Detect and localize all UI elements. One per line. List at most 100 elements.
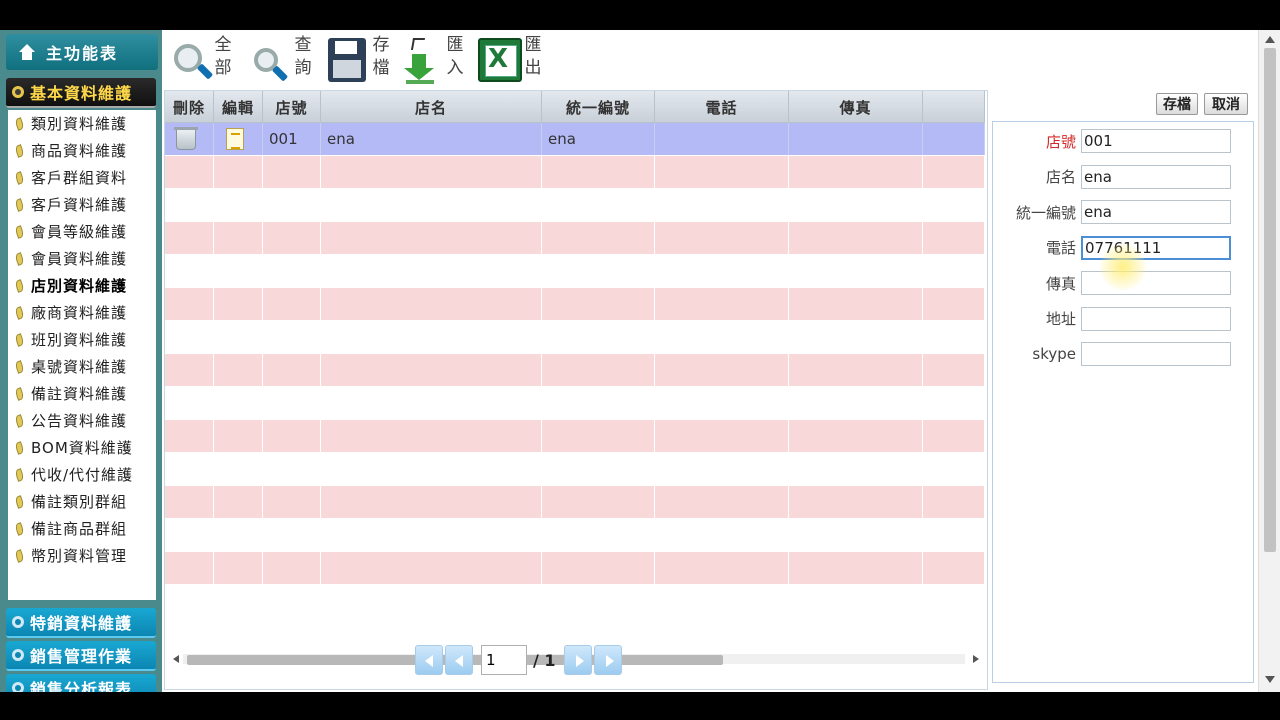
sidebar-item[interactable]: 客戶群組資料 [8,164,156,191]
sidebar-item[interactable]: 類別資料維護 [8,110,156,137]
table-cell [321,486,542,518]
edit-form: 存檔 取消 店號店名統一編號電話傳真地址 skype [988,90,1256,690]
group-icon [12,649,24,661]
field-input[interactable] [1081,306,1231,331]
table-cell: ena [321,123,542,155]
table-row-empty [165,453,985,485]
sidebar-item[interactable]: 桌號資料維護 [8,353,156,380]
download-arrow-icon [404,38,444,84]
table-cell [263,189,321,221]
form-cancel-button[interactable]: 取消 [1204,93,1248,115]
table-cell [321,189,542,221]
sidebar-item-label: BOM資料維護 [31,439,133,457]
group-sales-mgmt[interactable]: 銷售管理作業 [6,641,156,671]
import-button[interactable]: 匯入 [404,34,466,88]
sidebar-item-label: 備註資料維護 [31,385,128,403]
main-menu-button[interactable]: 主功能表 [6,34,158,70]
field-label: 電話 [1045,239,1076,257]
sidebar-item-label: 客戶群組資料 [31,169,128,187]
table-cell [165,453,214,485]
table-cell [789,321,923,353]
table-cell [165,387,214,419]
table-cell [789,123,923,155]
trash-icon[interactable] [174,127,198,150]
delete-cell[interactable] [165,123,214,155]
vertical-scrollbar[interactable] [1258,30,1280,692]
scroll-down-icon[interactable] [1265,676,1275,683]
sidebar-item[interactable]: 幣別資料管理 [8,542,156,569]
column-header[interactable]: 店名 [321,91,542,123]
sidebar-item[interactable]: 備註商品群組 [8,515,156,542]
scroll-up-icon[interactable] [1265,36,1275,43]
group-basic-data[interactable]: 基本資料維護 [6,78,156,108]
field-input[interactable] [1081,342,1231,366]
table-cell [655,453,789,485]
table-cell [263,486,321,518]
sidebar-item[interactable]: 會員資料維護 [8,245,156,272]
table-cell [655,321,789,353]
group-icon [12,682,24,692]
home-icon [18,44,36,60]
page-number-input[interactable] [481,645,527,675]
sidebar-item[interactable]: 客戶資料維護 [8,191,156,218]
group-label: 特銷資料維護 [30,614,133,633]
column-header[interactable] [923,91,985,123]
sidebar-item[interactable]: 會員等級維護 [8,218,156,245]
scroll-right-icon[interactable] [973,655,979,663]
field-input[interactable] [1081,200,1231,224]
sidebar-item[interactable]: 備註類別群組 [8,488,156,515]
column-header[interactable]: 電話 [655,91,789,123]
table-row[interactable]: 001 ena ena [165,123,985,155]
field-input[interactable] [1081,164,1231,189]
column-header[interactable]: 刪除 [165,91,214,123]
form-save-button[interactable]: 存檔 [1156,93,1198,115]
prev-page-button[interactable] [445,645,473,675]
group-sales-report[interactable]: 銷售分析報表 [6,674,156,692]
sidebar-item[interactable]: 廠商資料維護 [8,299,156,326]
table-cell [214,552,263,584]
table-cell [214,420,263,452]
table-cell [542,387,655,419]
table-cell [542,420,655,452]
edit-cell[interactable] [214,123,263,155]
leaf-icon [14,116,25,131]
sidebar-item[interactable]: 店別資料維護 [8,272,156,299]
show-all-label: 全部 [214,35,232,78]
sidebar-item[interactable]: BOM資料維護 [8,434,156,461]
first-page-button[interactable] [415,645,443,675]
scroll-left-icon[interactable] [173,655,179,663]
sidebar-item[interactable]: 代收/代付維護 [8,461,156,488]
show-all-button[interactable]: 全部 [168,34,234,88]
form-row: 店名 [993,164,1231,190]
leaf-icon [14,440,25,455]
table-cell [165,288,214,320]
table-row-empty [165,222,985,254]
table-cell [923,420,985,452]
last-page-button[interactable] [593,645,622,675]
column-header[interactable]: 傳真 [789,91,923,123]
sidebar-item[interactable]: 商品資料維護 [8,137,156,164]
query-button[interactable]: 查詢 [248,34,314,88]
save-button[interactable]: 存檔 [326,34,392,88]
field-input[interactable] [1081,129,1231,153]
scroll-thumb[interactable] [1264,48,1276,552]
column-header[interactable]: 編輯 [214,91,263,123]
table-cell [214,288,263,320]
group-promo-data[interactable]: 特銷資料維護 [6,608,156,638]
leaf-icon [14,143,25,158]
export-button[interactable]: X 匯出 [478,34,544,88]
table-row-empty [165,321,985,353]
sidebar-item[interactable]: 公告資料維護 [8,407,156,434]
next-page-button[interactable] [563,645,592,675]
leaf-icon [14,386,25,401]
leaf-icon [14,305,25,320]
table-cell [263,585,321,617]
table-cell [542,189,655,221]
column-header[interactable]: 統一編號 [542,91,655,123]
sidebar-item[interactable]: 備註資料維護 [8,380,156,407]
sidebar-item[interactable]: 班別資料維護 [8,326,156,353]
table-cell [214,156,263,188]
edit-note-icon[interactable] [226,128,244,150]
column-header[interactable]: 店號 [263,91,321,123]
table-cell [263,387,321,419]
